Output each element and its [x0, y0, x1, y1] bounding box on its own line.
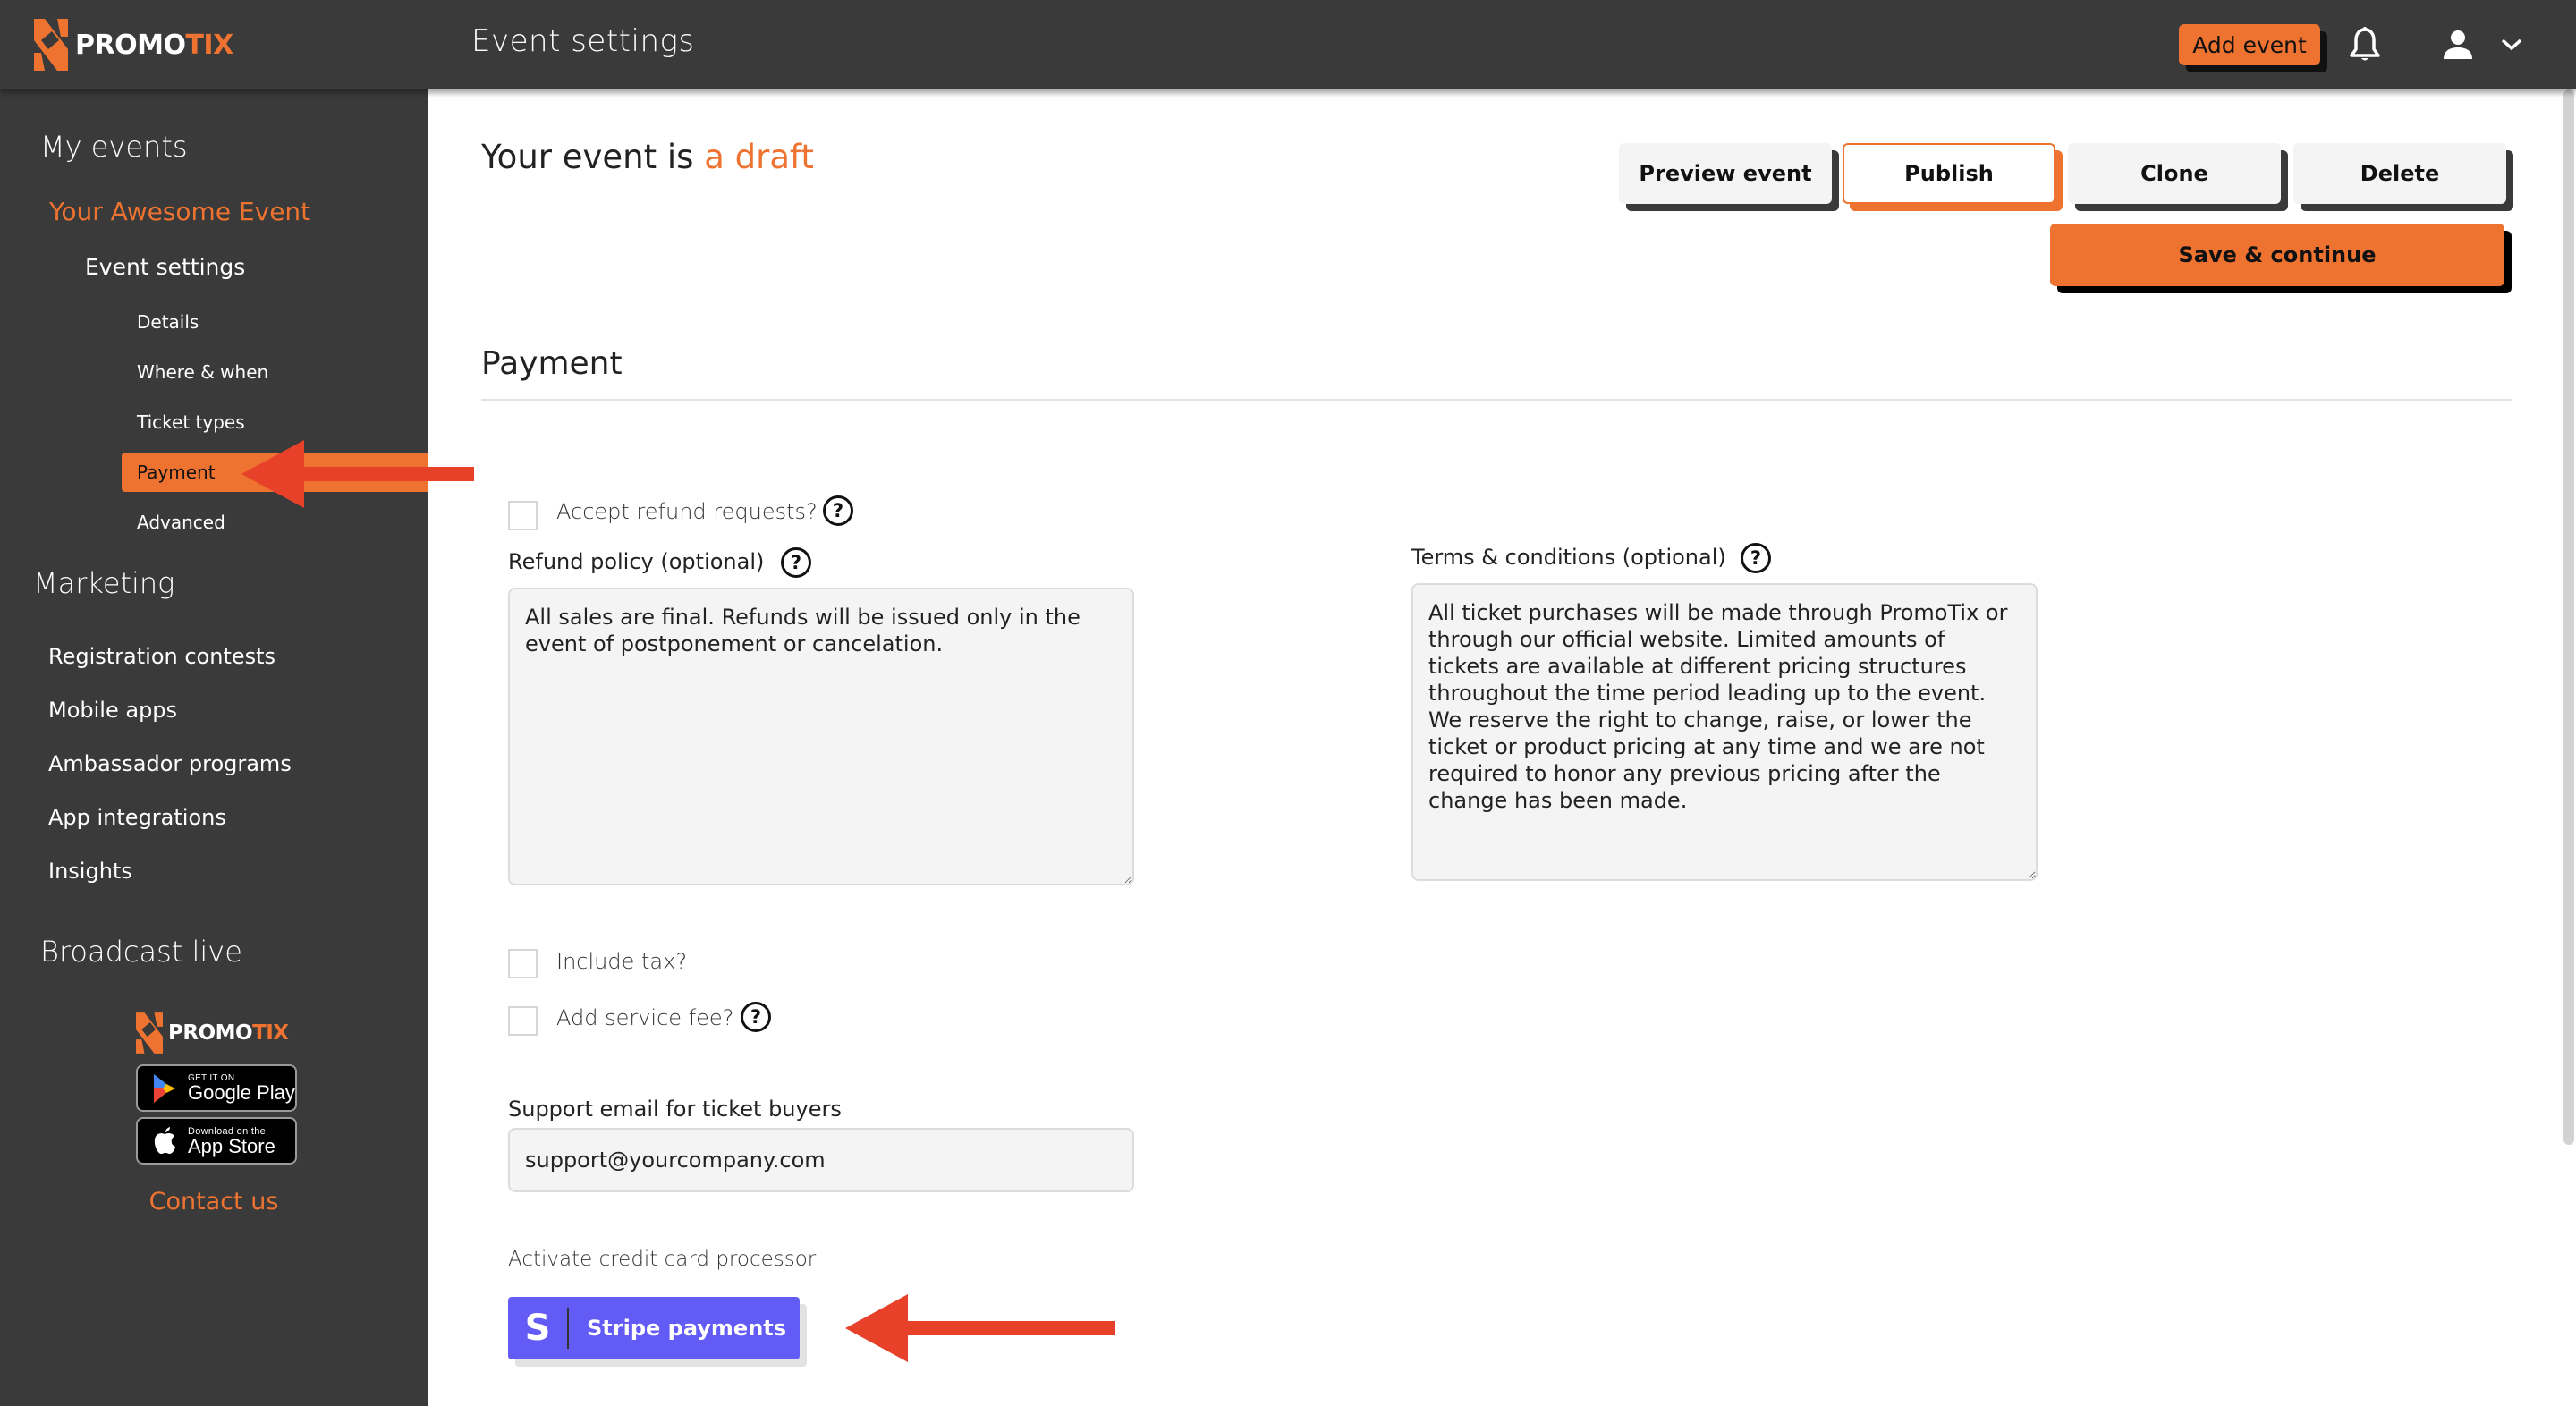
user-icon [2444, 30, 2472, 59]
service-fee-label: Add service fee? [556, 1005, 734, 1030]
sidebar-item-ambassador-programs[interactable]: Ambassador programs [48, 751, 292, 776]
account-button[interactable] [2438, 25, 2478, 64]
sidebar-event-name[interactable]: Your Awesome Event [49, 197, 310, 226]
sidebar-item-payment-label: Payment [137, 462, 216, 483]
account-menu-toggle[interactable] [2492, 25, 2531, 64]
google-play-text: GET IT ON Google Play [188, 1073, 295, 1104]
promotix-logo-icon [34, 19, 68, 71]
clone-button[interactable]: Clone [2068, 143, 2281, 204]
sidebar-item-where-when[interactable]: Where & when [137, 361, 268, 383]
apple-icon [154, 1126, 175, 1154]
save-continue-button[interactable]: Save & continue [2050, 224, 2504, 286]
stripe-separator [567, 1308, 569, 1349]
promotix-logo-icon [136, 1012, 163, 1054]
bell-icon [2350, 27, 2380, 61]
terms-textarea[interactable]: All ticket purchases will be made throug… [1411, 583, 2038, 881]
support-email-input[interactable] [508, 1128, 1134, 1192]
publish-button[interactable]: Publish [1843, 143, 2055, 204]
support-email-label: Support email for ticket buyers [508, 1097, 842, 1122]
terms-help-icon[interactable]: ? [1741, 543, 1771, 573]
section-divider [481, 399, 2512, 401]
event-status-value: a draft [704, 138, 814, 176]
terms-label: Terms & conditions (optional) [1411, 545, 1726, 570]
sidebar-item-insights[interactable]: Insights [48, 859, 132, 884]
sidebar-item-payment[interactable]: Payment [122, 453, 428, 492]
top-bar: PROMOTIX Event settings Add event [0, 0, 2576, 89]
include-tax-label: Include tax? [556, 949, 688, 974]
section-title-payment: Payment [481, 345, 623, 382]
sidebar-item-app-integrations[interactable]: App integrations [48, 805, 226, 830]
annotation-arrow-stripe [845, 1294, 1115, 1362]
event-status-prefix: Your event is [481, 138, 694, 176]
service-fee-help-icon[interactable]: ? [741, 1002, 771, 1032]
accept-refunds-help-icon[interactable]: ? [823, 495, 853, 526]
event-status-heading: Your event is a draft [481, 138, 814, 176]
sidebar-item-registration-contests[interactable]: Registration contests [48, 644, 275, 669]
contact-us-link[interactable]: Contact us [0, 1188, 428, 1215]
delete-button[interactable]: Delete [2293, 143, 2506, 204]
promotix-small-logo: PROMOTIX [136, 1012, 289, 1054]
add-event-button[interactable]: Add event [2179, 24, 2320, 65]
service-fee-checkbox[interactable] [508, 1006, 538, 1036]
sidebar-event-settings[interactable]: Event settings [85, 254, 245, 280]
page-scrollbar[interactable] [2563, 89, 2574, 1145]
sidebar-marketing[interactable]: Marketing [33, 566, 174, 600]
accept-refunds-label: Accept refund requests? [556, 499, 818, 524]
sidebar-my-events[interactable]: My events [40, 130, 188, 164]
google-play-badge[interactable]: GET IT ON Google Play [136, 1064, 297, 1112]
chevron-down-icon [2501, 38, 2522, 51]
refund-policy-help-icon[interactable]: ? [781, 547, 811, 578]
page-title: Event settings [471, 23, 695, 59]
sidebar-item-ticket-types[interactable]: Ticket types [137, 411, 245, 433]
sidebar: My events Your Awesome Event Event setti… [0, 89, 428, 1406]
app-store-badge[interactable]: Download on the App Store [136, 1117, 297, 1165]
preview-event-button[interactable]: Preview event [1619, 143, 1832, 204]
sidebar-item-mobile-apps[interactable]: Mobile apps [48, 698, 177, 723]
processor-label: Activate credit card processor [508, 1248, 817, 1271]
sidebar-item-advanced[interactable]: Advanced [137, 512, 225, 533]
google-play-icon [154, 1073, 175, 1103]
refund-policy-textarea[interactable]: All sales are final. Refunds will be iss… [508, 588, 1134, 885]
accept-refunds-checkbox[interactable] [508, 501, 538, 530]
stripe-payments-button[interactable]: S Stripe payments [508, 1297, 800, 1359]
promotix-logo-text: PROMOTIX [75, 29, 233, 61]
stripe-payments-label: Stripe payments [587, 1316, 787, 1341]
sidebar-broadcast-live[interactable]: Broadcast live [40, 935, 242, 969]
promotix-logo[interactable]: PROMOTIX [34, 18, 233, 72]
promotix-small-logo-text: PROMOTIX [168, 1021, 289, 1045]
stripe-icon: S [524, 1308, 551, 1349]
refund-policy-label: Refund policy (optional) [508, 549, 765, 574]
sidebar-item-details[interactable]: Details [137, 311, 199, 333]
app-store-text: Download on the App Store [188, 1125, 275, 1157]
notifications-button[interactable] [2345, 25, 2385, 64]
include-tax-checkbox[interactable] [508, 949, 538, 978]
